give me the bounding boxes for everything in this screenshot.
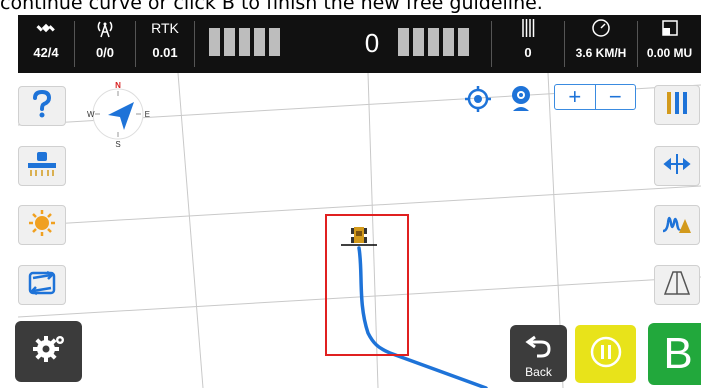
pause-button[interactable] (575, 325, 636, 383)
rtk-label: RTK (151, 20, 179, 36)
rtk-status[interactable]: RTK 0.01 (136, 15, 194, 73)
speedometer-icon (565, 18, 637, 38)
help-button[interactable] (18, 86, 66, 126)
brightness-icon (27, 208, 57, 243)
back-label: Back (525, 365, 552, 379)
pause-icon (589, 335, 623, 374)
settings-button[interactable] (15, 321, 82, 382)
lightbar-toggle-button[interactable] (654, 85, 700, 125)
compass-west: W (87, 110, 95, 119)
row-count-value: 0 (524, 45, 532, 60)
zoom-in-button[interactable]: + (555, 85, 595, 109)
lightbar-right (398, 28, 469, 56)
guideline-switch-button[interactable] (18, 265, 66, 305)
signal-wave-icon (661, 209, 693, 242)
satellite-icon (18, 18, 74, 38)
zoom-control: + − (554, 84, 636, 110)
instruction-caption: continue curve or click B to finish the … (0, 0, 543, 14)
offset-icon (662, 150, 692, 183)
back-arrow-icon (525, 331, 553, 364)
compass-south: S (115, 140, 120, 148)
compass: N E S W (84, 80, 152, 149)
antenna-icon (75, 18, 135, 38)
signal-wave-button[interactable] (654, 205, 700, 245)
offset-center-value: 0 (364, 28, 380, 58)
satellite-count: 42/4 (33, 45, 59, 60)
compass-east: E (145, 110, 150, 119)
help-icon (29, 89, 55, 124)
area-status[interactable]: 0.00 MU (638, 15, 701, 73)
brightness-button[interactable] (18, 205, 66, 245)
area-value: 0.00 MU (646, 46, 693, 60)
highlight-box (325, 214, 409, 356)
offset-button[interactable] (654, 146, 700, 186)
back-button[interactable]: Back (510, 325, 567, 382)
signal-value: 0/0 (95, 45, 115, 60)
rows-icon (492, 18, 564, 38)
signal-status[interactable]: 0/0 (75, 15, 135, 73)
webcam-icon[interactable] (508, 84, 534, 119)
implement-button[interactable] (18, 146, 66, 186)
satellite-status[interactable]: 42/4 (18, 15, 74, 73)
lightbar-left (209, 28, 280, 56)
row-counter[interactable]: 0 (492, 15, 564, 73)
compass-north: N (115, 81, 121, 90)
rtk-value: 0.01 (152, 45, 178, 60)
guideline-switch-icon (27, 269, 57, 302)
speed-status[interactable]: 3.6 KM/H (565, 15, 637, 73)
status-bar: 42/4 0/0 RTK 0.01 0 0 3.6 KM/H 0.00 MU (18, 15, 701, 73)
perspective-button[interactable] (654, 265, 700, 305)
settings-gear-icon (31, 331, 67, 372)
lightbar-icon (664, 89, 690, 122)
zoom-out-button[interactable]: − (596, 85, 636, 109)
point-b-button[interactable]: B (648, 323, 701, 385)
locate-icon[interactable] (463, 84, 493, 119)
perspective-icon (662, 269, 692, 302)
area-icon (638, 18, 701, 38)
speed-value: 3.6 KM/H (575, 46, 627, 60)
implement-icon (26, 149, 58, 184)
